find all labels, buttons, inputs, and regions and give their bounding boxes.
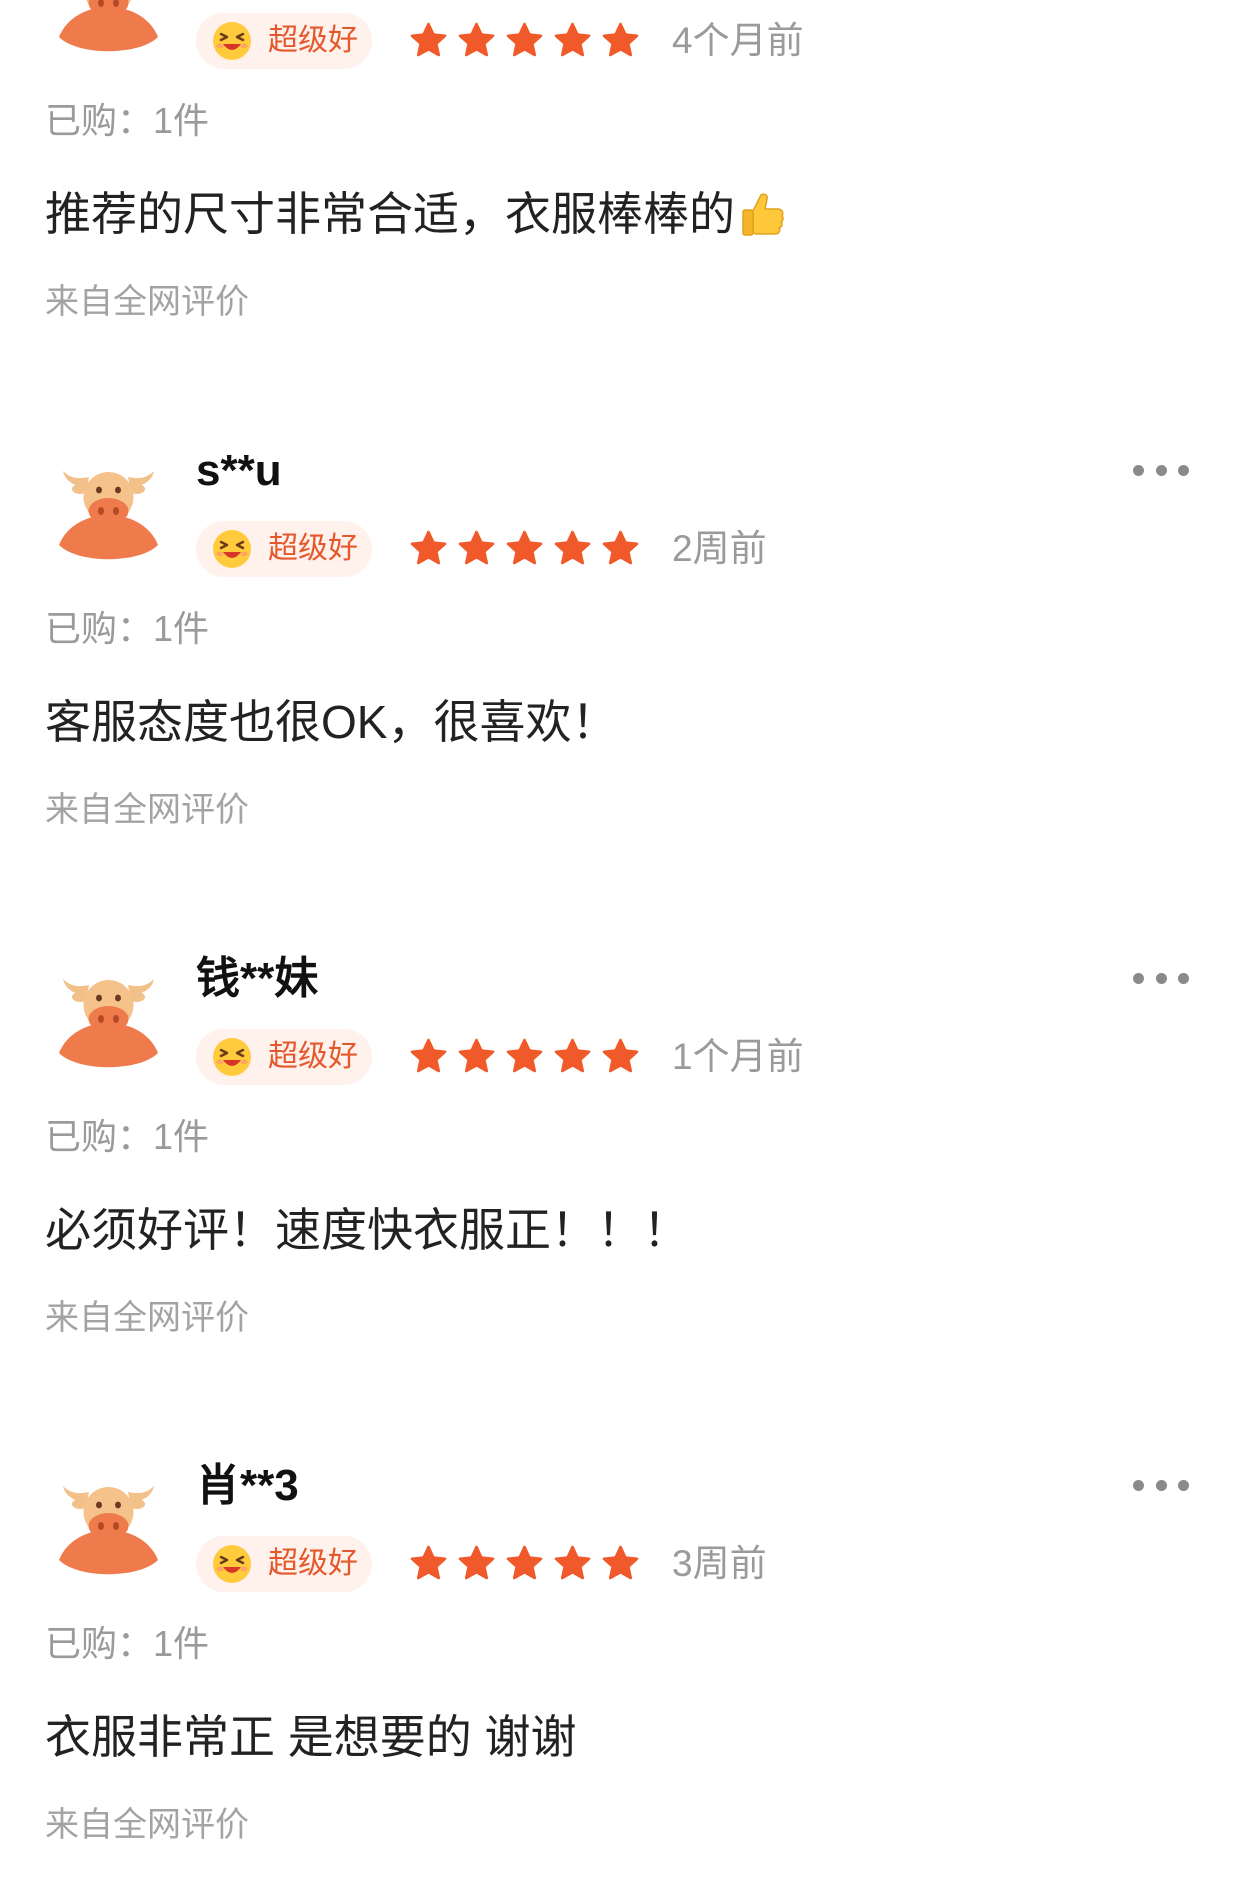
star-icon <box>504 528 545 569</box>
star-icon <box>552 528 593 569</box>
star-icon <box>456 528 497 569</box>
rating-stars <box>408 1543 641 1584</box>
rating-stars <box>408 528 641 569</box>
review-time: 2周前 <box>672 528 767 569</box>
star-icon <box>456 1543 497 1584</box>
review-item: s**u 超级好 2周前 已购：1件 客服态度也很OK，很喜欢！ 来自全网评价 <box>0 431 1236 851</box>
review-source: 来自全网评价 <box>45 1806 249 1844</box>
purchased-count: 已购：1件 <box>45 1623 210 1664</box>
cow-avatar-icon[interactable] <box>57 973 160 1070</box>
more-dots-icon[interactable] <box>1133 462 1189 478</box>
laughing-face-icon <box>212 21 252 61</box>
badge-label: 超级好 <box>268 1040 358 1073</box>
star-icon <box>504 1036 545 1077</box>
cow-avatar-icon[interactable] <box>57 465 160 562</box>
star-icon <box>600 1036 641 1077</box>
reviewer-name: s**u <box>196 446 282 495</box>
reviewer-name: 钱**妹 <box>196 954 319 1003</box>
star-icon <box>552 20 593 61</box>
review-text: 推荐的尺寸非常合适，衣服棒棒的 <box>45 186 787 242</box>
review-text-content: 推荐的尺寸非常合适，衣服棒棒的 <box>45 188 735 240</box>
review-item: 钱**妹 超级好 1个月前 已购：1件 必须好评！速度快衣服正！！！ 来自全网评… <box>0 939 1236 1359</box>
review-item: 超级好 4个月前 已购：1件 推荐的尺寸非常合适，衣服棒棒的 来自全网评价 <box>0 0 1236 343</box>
review-time: 4个月前 <box>672 20 804 61</box>
rating-stars <box>408 20 641 61</box>
thumbs-up-icon <box>737 189 787 239</box>
laughing-face-icon <box>212 529 252 569</box>
review-text: 客服态度也很OK，很喜欢！ <box>45 696 618 748</box>
badge-label: 超级好 <box>268 24 358 57</box>
super-good-badge: 超级好 <box>196 1536 372 1592</box>
review-source: 来自全网评价 <box>45 791 249 829</box>
super-good-badge: 超级好 <box>196 1029 372 1085</box>
review-item: 肖**3 超级好 3周前 已购：1件 衣服非常正 是想要的 谢谢 来自全网评价 <box>0 1446 1236 1866</box>
reviewer-name: 肖**3 <box>196 1461 299 1510</box>
star-icon <box>552 1543 593 1584</box>
purchased-count: 已购：1件 <box>45 1116 210 1157</box>
star-icon <box>456 20 497 61</box>
review-time: 3周前 <box>672 1543 767 1584</box>
review-source: 来自全网评价 <box>45 1299 249 1337</box>
cow-avatar-icon[interactable] <box>57 0 160 54</box>
star-icon <box>408 20 449 61</box>
more-dots-icon[interactable] <box>1133 1477 1189 1493</box>
star-icon <box>504 1543 545 1584</box>
star-icon <box>408 1543 449 1584</box>
star-icon <box>600 1543 641 1584</box>
cow-avatar-icon[interactable] <box>57 1480 160 1577</box>
rating-stars <box>408 1036 641 1077</box>
star-icon <box>600 528 641 569</box>
star-icon <box>504 20 545 61</box>
purchased-count: 已购：1件 <box>45 608 210 649</box>
star-icon <box>408 1036 449 1077</box>
badge-label: 超级好 <box>268 532 358 565</box>
review-text: 必须好评！速度快衣服正！！！ <box>45 1204 689 1256</box>
badge-label: 超级好 <box>268 1547 358 1580</box>
super-good-badge: 超级好 <box>196 13 372 69</box>
laughing-face-icon <box>212 1037 252 1077</box>
star-icon <box>600 20 641 61</box>
star-icon <box>552 1036 593 1077</box>
laughing-face-icon <box>212 1544 252 1584</box>
review-source: 来自全网评价 <box>45 283 249 321</box>
more-dots-icon[interactable] <box>1133 970 1189 986</box>
star-icon <box>456 1036 497 1077</box>
star-icon <box>408 528 449 569</box>
super-good-badge: 超级好 <box>196 521 372 577</box>
review-text: 衣服非常正 是想要的 谢谢 <box>45 1711 577 1763</box>
review-time: 1个月前 <box>672 1036 804 1077</box>
purchased-count: 已购：1件 <box>45 100 210 141</box>
